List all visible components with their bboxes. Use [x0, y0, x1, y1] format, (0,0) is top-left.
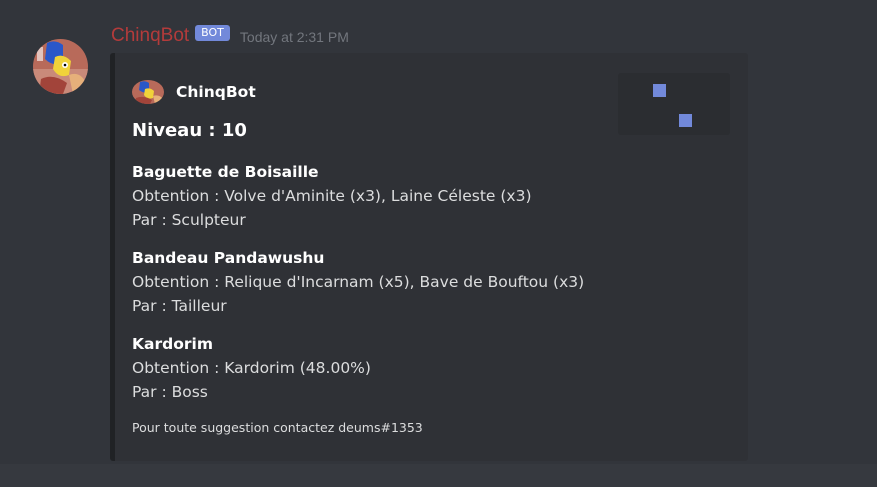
channel-top-strip: [0, 0, 877, 16]
embed-footer: Pour toute suggestion contactez deums#13…: [132, 420, 423, 435]
bot-avatar[interactable]: [33, 39, 88, 94]
chat-message: ChinqBot BOT Today at 2:31 PM ChinqBot N…: [0, 16, 877, 464]
rich-embed: ChinqBot Niveau : 10 Baguette de Boisail…: [110, 53, 748, 461]
embed-title: Niveau : 10: [132, 120, 247, 141]
field-name: Kardorim: [132, 335, 213, 353]
field-par: Par : Sculpteur: [132, 211, 246, 229]
embed-field: Bandeau Pandawushu Obtention : Relique d…: [132, 246, 732, 318]
cartoon-avatar-icon: [132, 80, 164, 104]
embed-author-name: ChinqBot: [176, 83, 256, 101]
field-par: Par : Boss: [132, 383, 208, 401]
field-obtention: Obtention : Volve d'Aminite (x3), Laine …: [132, 187, 532, 205]
cartoon-avatar-icon: [33, 39, 88, 94]
channel-bottom-strip: [0, 464, 877, 487]
field-obtention: Obtention : Kardorim (48.00%): [132, 359, 371, 377]
field-par: Par : Tailleur: [132, 297, 227, 315]
two-blue-squares-icon: [653, 84, 666, 97]
username[interactable]: ChinqBot: [111, 25, 189, 47]
field-name: Baguette de Boisaille: [132, 163, 319, 181]
message-timestamp[interactable]: Today at 2:31 PM: [240, 29, 349, 45]
field-name: Bandeau Pandawushu: [132, 249, 325, 267]
message-header: ChinqBot BOT Today at 2:31 PM: [111, 22, 349, 50]
embed-field: Baguette de Boisaille Obtention : Volve …: [132, 160, 732, 232]
embed-thumbnail[interactable]: [618, 73, 730, 135]
embed-field: Kardorim Obtention : Kardorim (48.00%) P…: [132, 332, 732, 404]
embed-author: ChinqBot: [132, 79, 256, 105]
bot-badge: BOT: [195, 25, 230, 41]
field-obtention: Obtention : Relique d'Incarnam (x5), Bav…: [132, 273, 585, 291]
two-blue-squares-icon: [679, 114, 692, 127]
